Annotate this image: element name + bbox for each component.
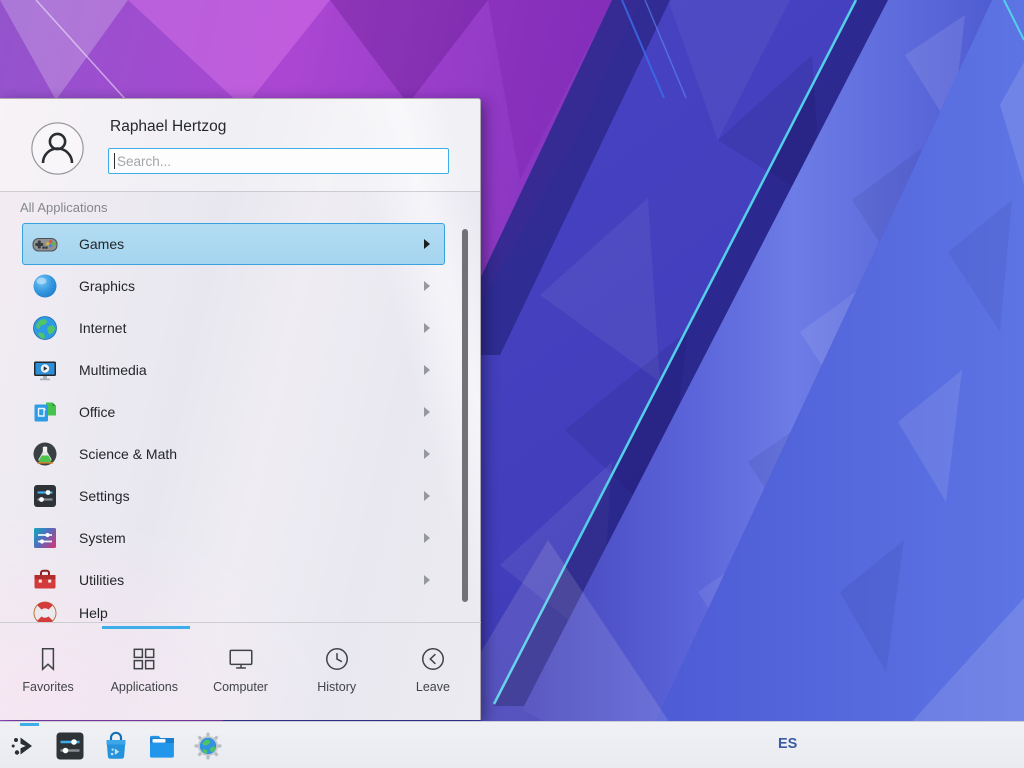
category-label: Graphics (79, 278, 135, 294)
category-system[interactable]: System (22, 517, 445, 559)
tab-label: Applications (111, 680, 178, 694)
tab-label: Favorites (22, 680, 73, 694)
games-icon (31, 230, 59, 258)
category-science-math[interactable]: Science & Math (22, 433, 445, 475)
application-launcher-menu: Raphael Hertzog All Applications Games (0, 98, 481, 720)
taskbar-panel: ES 7:03 PM 4/24/21 (0, 721, 1024, 768)
chevron-right-icon (424, 491, 430, 501)
keyboard-layout-indicator[interactable]: ES (778, 736, 797, 752)
launcher-tabbar: Favorites Applications Computer (0, 622, 481, 720)
science-icon (31, 440, 59, 468)
category-label: Settings (79, 488, 130, 504)
chevron-right-icon (424, 407, 430, 417)
leave-icon (419, 645, 447, 673)
system-settings-icon[interactable] (54, 730, 86, 762)
chevron-right-icon (424, 365, 430, 375)
tab-applications[interactable]: Applications (96, 623, 192, 720)
category-label: System (79, 530, 126, 546)
chevron-right-icon (424, 323, 430, 333)
launcher-active-indicator (20, 723, 39, 726)
graphics-icon (31, 272, 59, 300)
help-icon (31, 599, 59, 623)
section-label: All Applications (20, 200, 107, 215)
office-icon (31, 398, 59, 426)
utilities-icon (31, 566, 59, 594)
category-label: Office (79, 404, 115, 420)
bookmark-icon (34, 645, 62, 673)
tab-favorites[interactable]: Favorites (0, 623, 96, 720)
system-icon (31, 524, 59, 552)
multimedia-icon (31, 356, 59, 384)
user-name: Raphael Hertzog (110, 118, 226, 136)
app-category-list: Games Graphics (0, 223, 481, 623)
category-help[interactable]: Help (22, 592, 445, 623)
category-internet[interactable]: Internet (22, 307, 445, 349)
launcher-header: Raphael Hertzog (0, 99, 480, 192)
desktop: Raphael Hertzog All Applications Games (0, 0, 1024, 768)
category-label: Internet (79, 320, 126, 336)
tab-computer[interactable]: Computer (192, 623, 288, 720)
category-office[interactable]: Office (22, 391, 445, 433)
chevron-right-icon (424, 575, 430, 585)
kde-launcher-icon[interactable] (8, 730, 40, 762)
chevron-right-icon (424, 449, 430, 459)
tab-label: History (317, 680, 356, 694)
file-manager-icon[interactable] (146, 730, 178, 762)
web-browser-icon[interactable] (192, 730, 224, 762)
app-grid-icon (130, 645, 158, 673)
chevron-right-icon (424, 239, 430, 249)
tab-label: Computer (213, 680, 268, 694)
search-input[interactable] (115, 150, 439, 173)
monitor-icon (227, 645, 255, 673)
tab-leave[interactable]: Leave (385, 623, 481, 720)
internet-icon (31, 314, 59, 342)
tab-history[interactable]: History (289, 623, 385, 720)
settings-icon (31, 482, 59, 510)
category-graphics[interactable]: Graphics (22, 265, 445, 307)
category-label: Multimedia (79, 362, 147, 378)
category-label: Games (79, 236, 124, 252)
category-label: Utilities (79, 572, 124, 588)
tab-label: Leave (416, 680, 450, 694)
discover-icon[interactable] (100, 730, 132, 762)
category-label: Science & Math (79, 446, 177, 462)
user-avatar-icon[interactable] (31, 122, 84, 175)
category-label: Help (79, 605, 108, 621)
category-multimedia[interactable]: Multimedia (22, 349, 445, 391)
search-field[interactable] (108, 148, 449, 174)
scrollbar-thumb[interactable] (462, 229, 468, 602)
category-settings[interactable]: Settings (22, 475, 445, 517)
clock-icon (323, 645, 351, 673)
chevron-right-icon (424, 533, 430, 543)
chevron-right-icon (424, 281, 430, 291)
category-games[interactable]: Games (22, 223, 445, 265)
